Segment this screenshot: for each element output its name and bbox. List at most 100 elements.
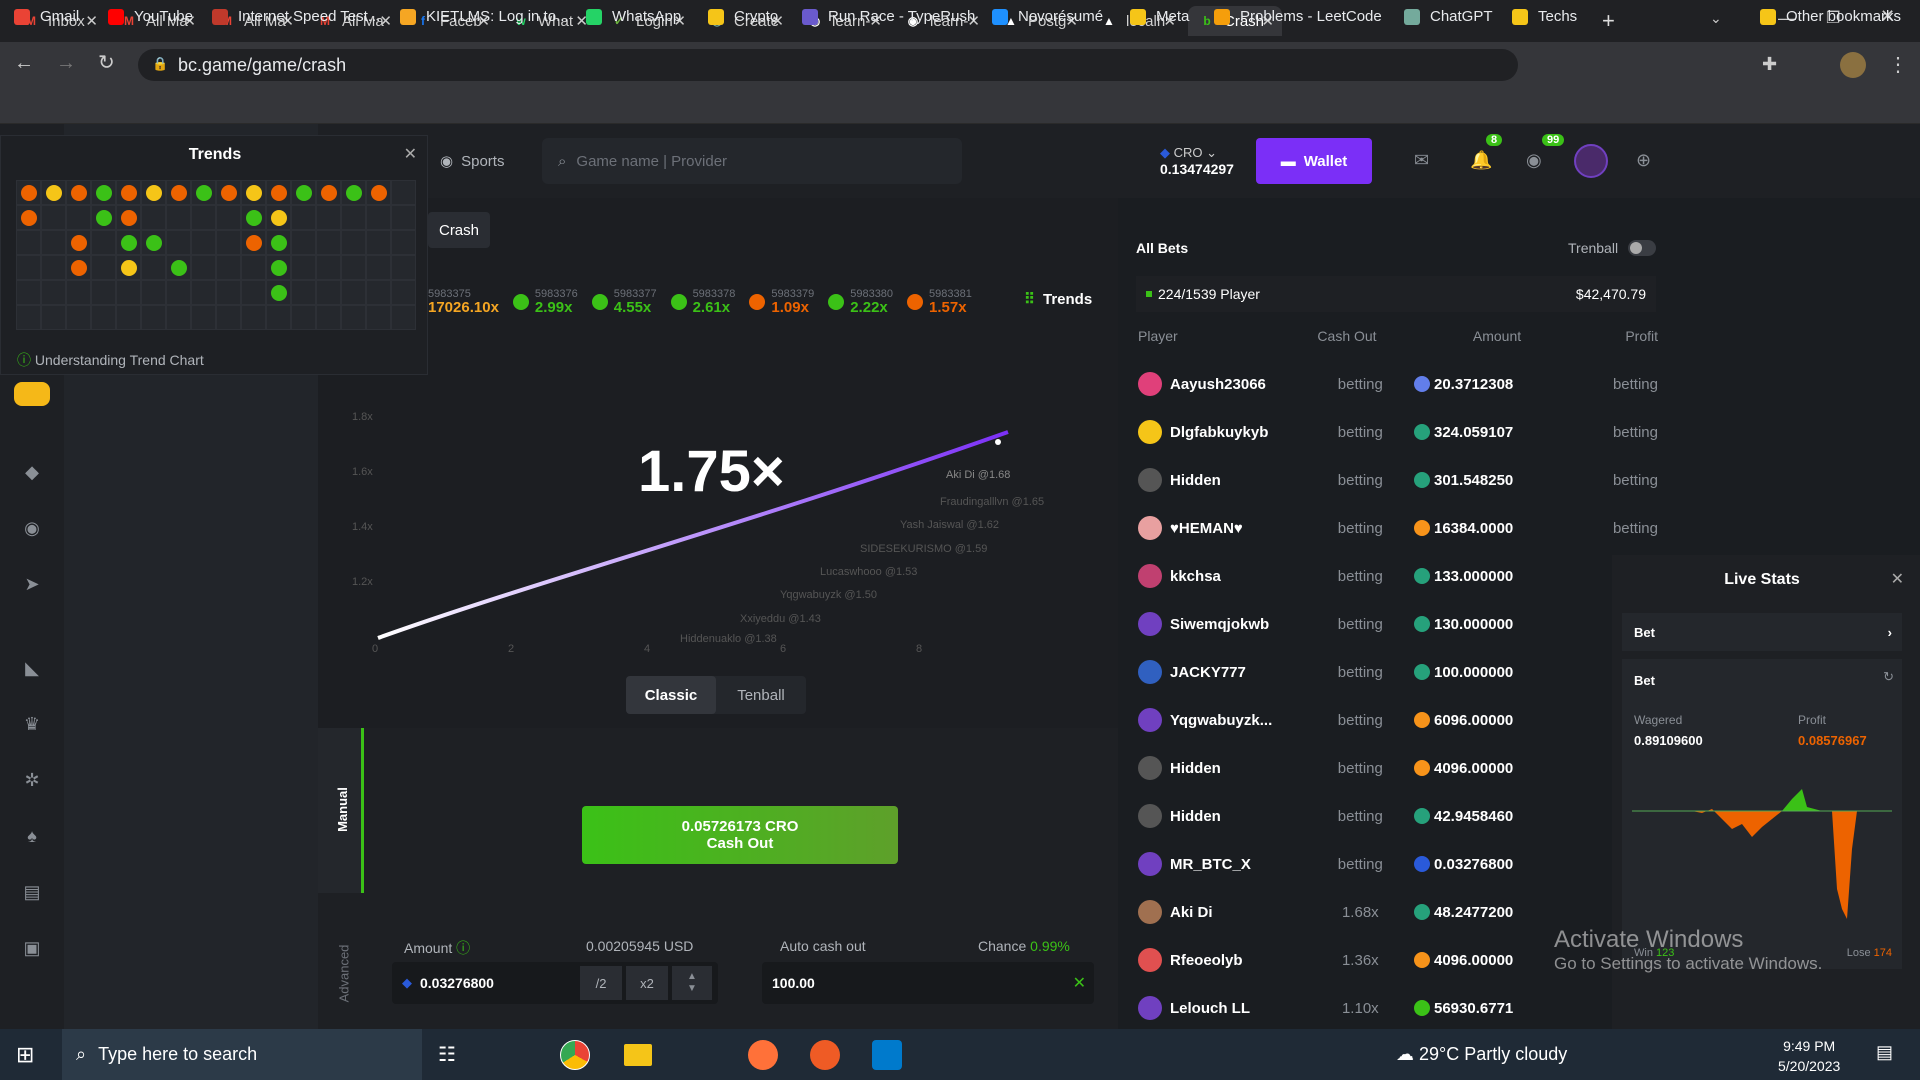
table-row[interactable]: kkchsabetting133.000000b (1138, 552, 1658, 600)
amount-input[interactable]: ◆ 0.03276800 (392, 962, 718, 1004)
explorer-taskbar-icon[interactable] (624, 1044, 652, 1066)
search-input[interactable]: ⌕ Game name | Provider (542, 138, 962, 184)
task-view-icon[interactable]: ☷ (438, 1042, 456, 1067)
chat-bubble-icon[interactable]: ◉ (1526, 150, 1542, 171)
bookmark-6[interactable]: Run Race - TypeRush (802, 8, 975, 25)
bookmark-11[interactable]: Techs (1512, 8, 1577, 25)
history-item[interactable]: 5983376 2.99x (512, 284, 578, 320)
close-tab-icon[interactable]: ✕ (85, 12, 98, 30)
player-name[interactable]: Hidden (1170, 808, 1307, 825)
player-name[interactable]: Hidden (1170, 760, 1307, 777)
language-icon[interactable]: ⊕ (1636, 150, 1651, 171)
mail-icon[interactable]: ✉ (1414, 150, 1429, 171)
player-name[interactable]: Dlgfabkuykyb (1170, 424, 1307, 441)
cashout-button[interactable]: 0.05726173 CRO Cash Out (582, 806, 898, 864)
amount-stepper[interactable]: ▲ ▼ (672, 966, 712, 1000)
start-icon[interactable]: ⊞ (16, 1042, 34, 1068)
profile-avatar[interactable] (1840, 52, 1866, 78)
back-icon[interactable]: ← (14, 52, 34, 75)
url-bar[interactable]: 🔒 bc.game/game/crash (138, 49, 1518, 81)
bell-icon[interactable]: 🔔 (1470, 150, 1492, 171)
history-item[interactable]: 5983381 1.57x (907, 284, 972, 320)
close-trends-icon[interactable]: ✕ (404, 144, 417, 164)
weather[interactable]: ☁ 29°C Partly cloudy (1396, 1044, 1567, 1065)
gamepad-icon[interactable]: ♠ (20, 826, 44, 850)
table-row[interactable]: Hidden betting 301.548250 betting (1138, 456, 1658, 504)
tab-classic[interactable]: Classic (626, 676, 716, 714)
spin-icon[interactable]: ✲ (20, 770, 44, 794)
currency-selector[interactable]: ◆ CRO ⌄ 0.13474297 (1160, 144, 1234, 178)
promo-icon[interactable]: ◣ (20, 658, 44, 682)
player-name[interactable]: Yqgwabuyzk... (1170, 712, 1307, 729)
sports-link[interactable]: ◉ Sports (440, 152, 504, 170)
bet-select[interactable]: Bet › (1622, 613, 1902, 651)
table-row[interactable]: Siwemqjokwbbetting130.000000b (1138, 600, 1658, 648)
chrome-taskbar-icon[interactable] (560, 1040, 590, 1070)
tab-trenball[interactable]: Tenball (716, 676, 806, 714)
trend-help-link[interactable]: ⓘ Understanding Trend Chart (17, 350, 204, 370)
table-row[interactable]: Hiddenbetting42.9458460b (1138, 792, 1658, 840)
close-live-icon[interactable]: ✕ (1891, 569, 1904, 589)
player-name[interactable]: Aki Di (1170, 904, 1307, 921)
sports-icon[interactable]: ◉ (20, 518, 44, 542)
half-button[interactable]: /2 (580, 966, 622, 1000)
vscode-taskbar-icon[interactable] (872, 1040, 902, 1070)
menu-icon[interactable]: ⋮ (1888, 52, 1908, 77)
history-item[interactable]: 5983379 1.09x (749, 284, 814, 320)
bookmark-7[interactable]: Novorésumé (992, 8, 1103, 25)
chat-icon[interactable]: ▣ (20, 938, 44, 962)
player-name[interactable]: Aayush23066 (1170, 376, 1307, 393)
bookmark-0[interactable]: Gmail (14, 8, 79, 25)
user-avatar[interactable] (1574, 144, 1608, 178)
player-name[interactable]: MR_BTC_X (1170, 856, 1307, 873)
bookmark-4[interactable]: WhatsApp (586, 8, 681, 25)
player-name[interactable]: Lelouch LL (1170, 1000, 1307, 1017)
player-name[interactable]: Rfeoeolyb (1170, 952, 1307, 969)
player-name[interactable]: ♥HEMAN♥ (1170, 520, 1307, 537)
bookmark-1[interactable]: YouTube (108, 8, 193, 25)
firefox-taskbar-icon[interactable] (748, 1040, 778, 1070)
bookmark-2[interactable]: Internet Speed Test... (212, 8, 380, 25)
player-name[interactable]: kkchsa (1170, 568, 1307, 585)
clear-icon[interactable]: ✕ (1073, 973, 1086, 993)
table-row[interactable]: Lelouch LL1.10x56930.67715693.0 (1138, 984, 1658, 1032)
clock[interactable]: 9:49 PM 5/20/2023 (1778, 1036, 1840, 1076)
bookmark-10[interactable]: ChatGPT (1404, 8, 1493, 25)
table-row[interactable]: Aayush23066 betting 20.3712308 betting (1138, 360, 1658, 408)
table-row[interactable]: Dlgfabkuykyb betting 324.059107 betting (1138, 408, 1658, 456)
table-row[interactable]: JACKY777betting100.000000b (1138, 648, 1658, 696)
player-name[interactable]: Hidden (1170, 472, 1307, 489)
close-tab-icon[interactable]: ✕ (379, 12, 392, 30)
history-item[interactable]: 5983378 2.61x (670, 284, 735, 320)
postman-taskbar-icon[interactable] (810, 1040, 840, 1070)
new-tab-button[interactable]: + (1602, 8, 1615, 34)
auto-cashout-input[interactable]: 100.00 ✕ (762, 962, 1094, 1004)
wallet-button[interactable]: ▬ Wallet (1256, 138, 1372, 184)
promo-badge[interactable] (14, 382, 50, 406)
bookmark-9[interactable]: Problems - LeetCode (1214, 8, 1382, 25)
tab-crash[interactable]: Crash (428, 212, 490, 248)
double-button[interactable]: x2 (626, 966, 668, 1000)
bookmark-5[interactable]: Crypto (708, 8, 778, 25)
extensions-icon[interactable]: ✚ (1762, 54, 1777, 75)
table-row[interactable]: MR_BTC_Xbetting0.03276800b (1138, 840, 1658, 888)
sponsor-icon[interactable]: ▤ (20, 882, 44, 906)
bookmark-3[interactable]: KIETLMS: Log in to... (400, 8, 569, 25)
refresh-icon[interactable]: ↻ (1883, 669, 1894, 685)
bookmark-8[interactable]: Meta (1130, 8, 1189, 25)
notifications-icon[interactable]: ▤ (1876, 1042, 1893, 1063)
forward-icon[interactable]: → (56, 52, 76, 75)
player-name[interactable]: Siwemqjokwb (1170, 616, 1307, 633)
taskbar-search[interactable]: ⌕ Type here to search (62, 1029, 422, 1080)
reload-icon[interactable]: ↻ (98, 50, 115, 75)
player-name[interactable]: JACKY777 (1170, 664, 1307, 681)
history-item[interactable]: 5983375 17026.10x (428, 284, 499, 320)
history-item[interactable]: 5983377 4.55x (591, 284, 657, 320)
table-row[interactable]: Hiddenbetting4096.00000b (1138, 744, 1658, 792)
history-item[interactable]: 5983380 2.22x (828, 284, 893, 320)
rocket-icon[interactable]: ➤ (20, 574, 44, 598)
trends-button[interactable]: ⠿ Trends (1024, 290, 1092, 309)
table-row[interactable]: Yqgwabuyzk...betting6096.00000b (1138, 696, 1658, 744)
trenball-toggle[interactable] (1628, 240, 1656, 256)
tab-search-icon[interactable]: ⌄ (1710, 10, 1722, 27)
